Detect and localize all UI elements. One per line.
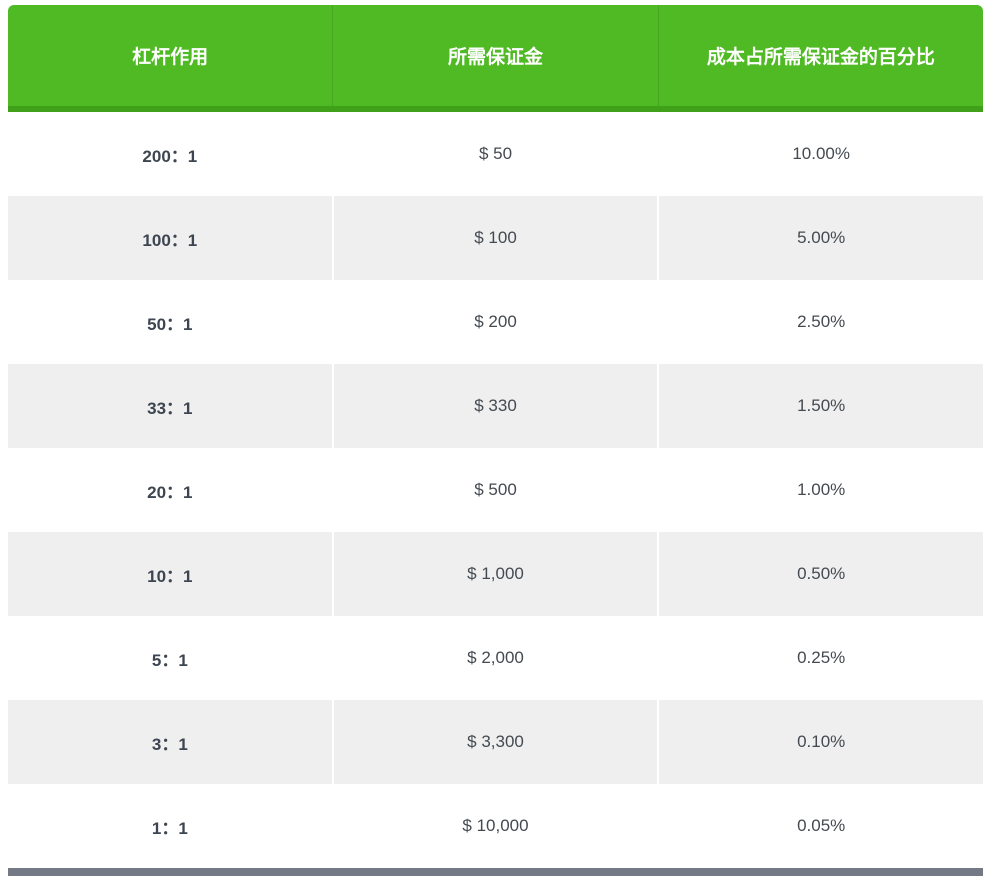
table-row: 20：1 $ 500 1.00% <box>8 448 983 532</box>
cell-leverage: 1：1 <box>8 784 334 868</box>
table-header: 杠杆作用 所需保证金 成本占所需保证金的百分比 <box>8 5 983 112</box>
header-required-margin: 所需保证金 <box>333 5 659 106</box>
cell-margin: $ 330 <box>334 364 660 448</box>
cell-leverage: 3：1 <box>8 700 334 784</box>
cell-leverage: 100：1 <box>8 196 334 280</box>
cell-leverage: 50：1 <box>8 280 334 364</box>
cell-leverage: 20：1 <box>8 448 334 532</box>
cell-percent: 0.50% <box>797 564 846 583</box>
cell-percent: 0.05% <box>797 816 846 835</box>
cell-margin: $ 500 <box>334 448 660 532</box>
table-row: 200：1 $ 50 10.00% <box>8 112 983 196</box>
cell-percent: 10.00% <box>792 144 851 163</box>
cell-percent: 0.25% <box>797 648 846 667</box>
cell-margin: $ 10,000 <box>334 784 660 868</box>
header-cost-percent: 成本占所需保证金的百分比 <box>706 46 935 68</box>
cell-margin: $ 2,000 <box>334 616 660 700</box>
header-leverage: 杠杆作用 <box>8 5 334 106</box>
cell-margin: $ 3,300 <box>334 700 660 784</box>
cell-margin: $ 200 <box>334 280 660 364</box>
cell-leverage: 200：1 <box>8 112 334 196</box>
cell-percent: 2.50% <box>797 312 846 331</box>
table-row: 50：1 $ 200 2.50% <box>8 280 983 364</box>
leverage-margin-table: 杠杆作用 所需保证金 成本占所需保证金的百分比 200：1 $ 50 10.00… <box>8 5 983 876</box>
cell-leverage: 5：1 <box>8 616 334 700</box>
cell-percent: 0.10% <box>797 732 846 751</box>
table-row: 10：1 $ 1,000 0.50% <box>8 532 983 616</box>
cell-margin: $ 1,000 <box>334 532 660 616</box>
cell-margin: $ 100 <box>334 196 660 280</box>
table-footer-bar <box>8 868 983 876</box>
table-row: 33：1 $ 330 1.50% <box>8 364 983 448</box>
table-row: 5：1 $ 2,000 0.25% <box>8 616 983 700</box>
table-row: 3：1 $ 3,300 0.10% <box>8 700 983 784</box>
table-row: 1：1 $ 10,000 0.05% <box>8 784 983 868</box>
cell-percent: 1.50% <box>797 396 846 415</box>
table-row: 100：1 $ 100 5.00% <box>8 196 983 280</box>
cell-percent: 5.00% <box>797 228 846 247</box>
cell-margin: $ 50 <box>334 112 660 196</box>
cell-leverage: 10：1 <box>8 532 334 616</box>
cell-leverage: 33：1 <box>8 364 334 448</box>
cell-percent: 1.00% <box>797 480 846 499</box>
